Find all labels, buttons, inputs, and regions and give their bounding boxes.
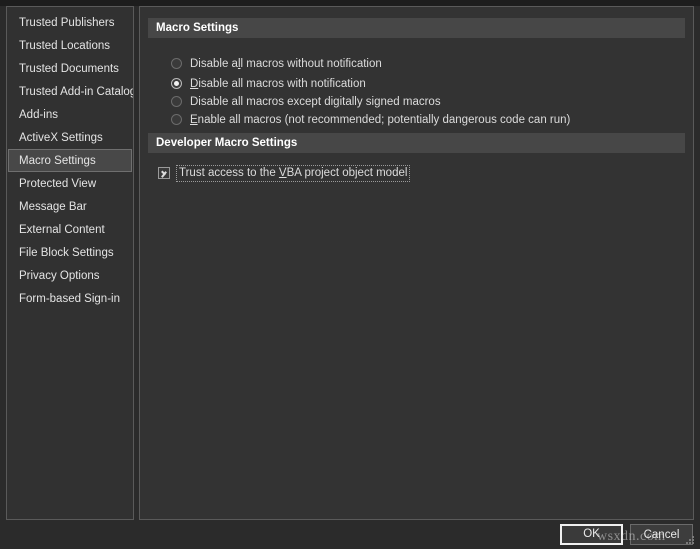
accelerator-char: E xyxy=(190,114,198,126)
sidebar-item-activex-settings[interactable]: ActiveX Settings xyxy=(8,126,132,149)
sidebar-item-label: Protected View xyxy=(19,178,96,190)
sidebar-item-form-based-sign-in[interactable]: Form-based Sign-in xyxy=(8,287,132,310)
sidebar-item-label: External Content xyxy=(19,224,105,236)
cancel-button[interactable]: Cancel xyxy=(630,524,693,545)
sidebar-item-file-block-settings[interactable]: File Block Settings xyxy=(8,241,132,264)
macro-option-radio-4[interactable] xyxy=(171,114,182,125)
sidebar-item-label: Trusted Publishers xyxy=(19,17,114,29)
sidebar-item-label: Trusted Locations xyxy=(19,40,110,52)
sidebar-item-label: Trusted Documents xyxy=(19,63,119,75)
sidebar-item-label: ActiveX Settings xyxy=(19,132,103,144)
developer-macro-settings-section-header: Developer Macro Settings xyxy=(148,133,685,153)
grip-dot xyxy=(692,536,694,538)
sidebar-item-add-ins[interactable]: Add-ins xyxy=(8,103,132,126)
sidebar-item-label: Privacy Options xyxy=(19,270,100,282)
macro-option-label-1[interactable]: Disable all macros without notification xyxy=(190,55,382,73)
sidebar-item-privacy-options[interactable]: Privacy Options xyxy=(8,264,132,287)
trust-vba-checkbox-label[interactable]: Trust access to the VBA project object m… xyxy=(176,165,410,182)
sidebar-item-protected-view[interactable]: Protected View xyxy=(8,172,132,195)
sidebar-item-label: File Block Settings xyxy=(19,247,114,259)
settings-main-panel: Macro Settings Disable all macros withou… xyxy=(139,6,694,520)
sidebar-item-label: Macro Settings xyxy=(19,155,96,167)
accelerator-char: g xyxy=(333,96,339,108)
sidebar-item-trusted-add-in-catalogs[interactable]: Trusted Add-in Catalogs xyxy=(8,80,132,103)
accelerator-char: D xyxy=(190,78,198,90)
category-sidebar[interactable]: Trusted Publishers Trusted Locations Trust… xyxy=(6,6,134,520)
grip-dot xyxy=(689,542,691,544)
grip-dot xyxy=(692,542,694,544)
sidebar-item-message-bar[interactable]: Message Bar xyxy=(8,195,132,218)
sidebar-item-label: Add-ins xyxy=(19,109,58,121)
macro-option-radio-2[interactable] xyxy=(171,78,182,89)
sidebar-item-trusted-documents[interactable]: Trusted Documents xyxy=(8,57,132,80)
ok-button[interactable]: OK xyxy=(560,524,623,545)
grip-dot xyxy=(686,542,688,544)
trust-vba-checkbox[interactable] xyxy=(158,167,170,179)
macro-settings-section-header: Macro Settings xyxy=(148,18,685,38)
trust-center-dialog: Trusted Publishers Trusted Locations Trust… xyxy=(0,0,700,549)
sidebar-item-external-content[interactable]: External Content xyxy=(8,218,132,241)
resize-grip-icon[interactable] xyxy=(686,536,696,546)
grip-dot xyxy=(692,539,694,541)
sidebar-item-macro-settings[interactable]: Macro Settings xyxy=(8,149,132,172)
accelerator-char: V xyxy=(279,167,287,179)
sidebar-item-label: Message Bar xyxy=(19,201,87,213)
macro-option-radio-3[interactable] xyxy=(171,96,182,107)
sidebar-item-trusted-locations[interactable]: Trusted Locations xyxy=(8,34,132,57)
sidebar-item-trusted-publishers[interactable]: Trusted Publishers xyxy=(8,11,132,34)
sidebar-item-label: Trusted Add-in Catalogs xyxy=(19,86,134,98)
macro-option-label-2[interactable]: Disable all macros with notification xyxy=(190,75,366,93)
macro-option-label-4[interactable]: Enable all macros (not recommended; pote… xyxy=(190,111,570,129)
macro-option-radio-1[interactable] xyxy=(171,58,182,69)
sidebar-item-label: Form-based Sign-in xyxy=(19,293,120,305)
accelerator-char: l xyxy=(238,58,241,70)
grip-dot xyxy=(689,539,691,541)
macro-option-label-3[interactable]: Disable all macros except digitally sign… xyxy=(190,93,441,111)
